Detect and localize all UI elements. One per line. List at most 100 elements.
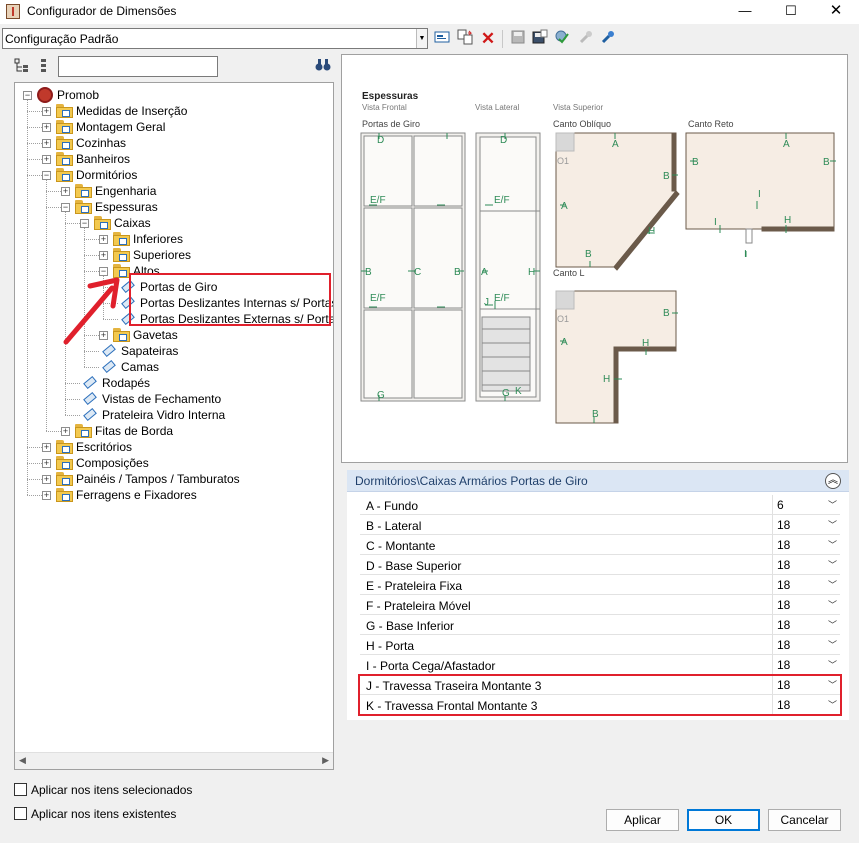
tree-search-input[interactable] xyxy=(58,56,218,77)
scroll-left-icon[interactable]: ◀ xyxy=(19,755,26,766)
collapse-all-icon[interactable] xyxy=(38,58,50,74)
chevron-down-icon[interactable]: ﹀ xyxy=(828,578,837,591)
scroll-right-icon[interactable]: ▶ xyxy=(322,755,329,766)
tree-item-escritorios[interactable]: + Escritórios xyxy=(15,439,333,455)
tree-item-superiores[interactable]: + Superiores xyxy=(15,247,333,263)
collapse-icon[interactable]: − xyxy=(23,91,32,100)
chevron-down-icon[interactable]: ﹀ xyxy=(828,618,837,631)
property-row[interactable]: H - Porta 18 ﹀ xyxy=(360,635,840,655)
property-value-select[interactable]: 18 ﹀ xyxy=(772,535,840,554)
collapse-icon[interactable]: − xyxy=(61,203,70,212)
collapse-icon[interactable]: − xyxy=(80,219,89,228)
cancel-button[interactable]: Cancelar xyxy=(768,809,841,831)
property-row[interactable]: I - Porta Cega/Afastador 18 ﹀ xyxy=(360,655,840,675)
property-value-select[interactable]: 18 ﹀ xyxy=(772,655,840,674)
tree-view[interactable]: ◀ ▶ − Promob + Medidas de Inserção + Montagem… xyxy=(14,82,334,770)
expand-icon[interactable]: + xyxy=(61,427,70,436)
tree-item-caixas[interactable]: − Caixas xyxy=(15,215,333,231)
collapse-icon[interactable]: ︽ xyxy=(825,473,841,489)
save-as-icon[interactable] xyxy=(530,29,550,49)
checkbox-box[interactable] xyxy=(14,807,27,820)
property-row[interactable]: F - Prateleira Móvel 18 ﹀ xyxy=(360,595,840,615)
expand-icon[interactable]: + xyxy=(42,107,51,116)
apply-button[interactable]: Aplicar xyxy=(606,809,679,831)
tree-item-dormitorios[interactable]: − Dormitórios xyxy=(15,167,333,183)
tree-item-ferragens-e-fixadores[interactable]: + Ferragens e Fixadores xyxy=(15,487,333,503)
tree-item-espessuras[interactable]: − Espessuras xyxy=(15,199,333,215)
tree-item-prateleira-vidro-interna[interactable]: Prateleira Vidro Interna xyxy=(15,407,333,423)
collapse-icon[interactable]: − xyxy=(42,171,51,180)
tree-item-composicoes[interactable]: + Composições xyxy=(15,455,333,471)
chevron-down-icon[interactable]: ﹀ xyxy=(828,598,837,611)
tool-icon[interactable] xyxy=(576,29,596,49)
expand-icon[interactable]: + xyxy=(42,139,51,148)
configuration-value: Configuração Padrão xyxy=(5,32,119,46)
dimension-marker-a: A xyxy=(561,201,568,212)
tree-item-cozinhas[interactable]: + Cozinhas xyxy=(15,135,333,151)
properties-header[interactable]: Dormitórios\Caixas Armários Portas de Gi… xyxy=(347,470,849,492)
expand-icon[interactable]: + xyxy=(42,459,51,468)
expand-icon[interactable]: + xyxy=(42,123,51,132)
property-value-select[interactable]: 18 ﹀ xyxy=(772,595,840,614)
property-row[interactable]: A - Fundo 6 ﹀ xyxy=(360,495,840,515)
validate-icon[interactable] xyxy=(552,29,572,49)
configuration-select[interactable]: Configuração Padrão ▼ xyxy=(2,28,428,49)
tree-item-rodapes[interactable]: Rodapés xyxy=(15,375,333,391)
chevron-down-icon[interactable]: ﹀ xyxy=(828,518,837,531)
copy-config-icon[interactable] xyxy=(455,29,475,49)
expand-icon[interactable]: + xyxy=(42,491,51,500)
property-value-select[interactable]: 18 ﹀ xyxy=(772,555,840,574)
chevron-down-icon[interactable]: ﹀ xyxy=(828,498,837,511)
expand-icon[interactable]: + xyxy=(99,235,108,244)
property-row[interactable]: C - Montante 18 ﹀ xyxy=(360,535,840,555)
delete-icon[interactable]: ✕ xyxy=(478,29,498,49)
highlight-box-tree xyxy=(129,273,331,326)
tree-item-banheiros[interactable]: + Banheiros xyxy=(15,151,333,167)
tree-item-montagem-geral[interactable]: + Montagem Geral xyxy=(15,119,333,135)
property-row[interactable]: E - Prateleira Fixa 18 ﹀ xyxy=(360,575,840,595)
property-row[interactable]: D - Base Superior 18 ﹀ xyxy=(360,555,840,575)
expand-icon[interactable]: + xyxy=(42,443,51,452)
tree-item-medidas-de-insercao[interactable]: + Medidas de Inserção xyxy=(15,103,333,119)
chevron-down-icon[interactable]: ﹀ xyxy=(828,538,837,551)
chevron-down-icon[interactable]: ﹀ xyxy=(828,558,837,571)
property-value-select[interactable]: 6 ﹀ xyxy=(772,495,840,514)
tree-item-paineis-tampos-tamburatos[interactable]: + Painéis / Tampos / Tamburatos xyxy=(15,471,333,487)
property-value-select[interactable]: 18 ﹀ xyxy=(772,615,840,634)
form-icon[interactable] xyxy=(432,29,452,49)
expand-icon[interactable]: + xyxy=(42,155,51,164)
property-name: D - Base Superior xyxy=(366,559,462,573)
tree-item-promob[interactable]: − Promob xyxy=(15,87,333,103)
tree-item-fitas-de-borda[interactable]: + Fitas de Borda xyxy=(15,423,333,439)
tree-item-inferiores[interactable]: + Inferiores xyxy=(15,231,333,247)
maximize-button[interactable]: ☐ xyxy=(768,0,814,24)
tree-item-camas[interactable]: Camas xyxy=(15,359,333,375)
property-row[interactable]: G - Base Inferior 18 ﹀ xyxy=(360,615,840,635)
expand-all-icon[interactable] xyxy=(14,58,30,74)
property-row[interactable]: B - Lateral 18 ﹀ xyxy=(360,515,840,535)
property-value-select[interactable]: 18 ﹀ xyxy=(772,575,840,594)
ok-button[interactable]: OK xyxy=(687,809,760,831)
save-icon[interactable] xyxy=(508,29,528,49)
pin-icon[interactable] xyxy=(598,29,618,49)
tree-item-label: Vistas de Fechamento xyxy=(102,392,222,406)
search-icon[interactable] xyxy=(315,58,331,75)
tree-item-engenharia[interactable]: + Engenharia xyxy=(15,183,333,199)
tree-item-label: Engenharia xyxy=(95,184,157,198)
expand-icon[interactable]: + xyxy=(61,187,70,196)
tree-horizontal-scrollbar[interactable]: ◀ ▶ xyxy=(15,752,333,769)
minimize-button[interactable]: — xyxy=(722,0,768,24)
property-name: F - Prateleira Móvel xyxy=(366,599,471,613)
property-name: A - Fundo xyxy=(366,499,419,513)
close-button[interactable]: ✕ xyxy=(813,0,859,24)
property-value-select[interactable]: 18 ﹀ xyxy=(772,635,840,654)
expand-icon[interactable]: + xyxy=(42,475,51,484)
chevron-down-icon[interactable]: ▼ xyxy=(416,29,427,48)
chevron-down-icon[interactable]: ﹀ xyxy=(828,658,837,671)
expand-icon[interactable]: + xyxy=(99,251,108,260)
tree-item-vistas-de-fechamento[interactable]: Vistas de Fechamento xyxy=(15,391,333,407)
property-value-select[interactable]: 18 ﹀ xyxy=(772,515,840,534)
chevron-down-icon[interactable]: ﹀ xyxy=(828,638,837,651)
checkbox-box[interactable] xyxy=(14,783,27,796)
tree-item-label: Dormitórios xyxy=(76,168,138,182)
